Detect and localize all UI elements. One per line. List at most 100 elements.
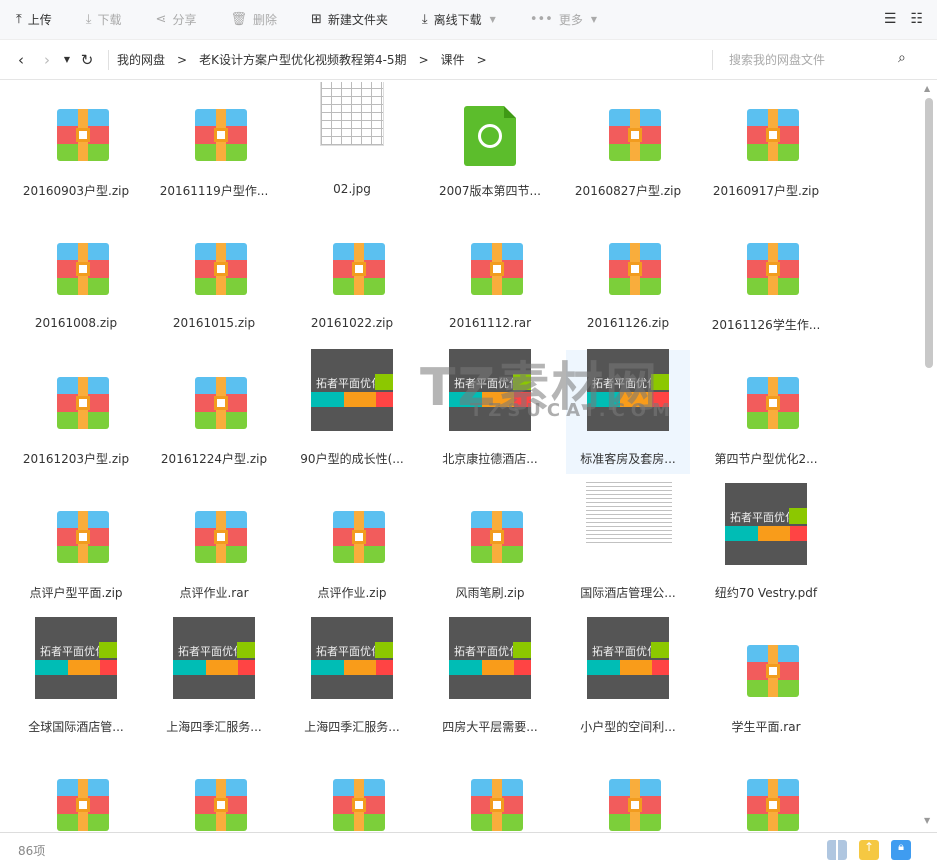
archive-icon xyxy=(57,109,109,161)
archive-icon xyxy=(195,511,247,563)
new-folder-icon: ⊞ xyxy=(310,12,322,27)
file-name: 20161008.zip xyxy=(34,316,118,330)
file-name: 20161112.rar xyxy=(448,316,532,330)
file-item[interactable]: 风雨笔刷.zip xyxy=(428,484,552,608)
file-item[interactable] xyxy=(704,752,828,832)
file-item[interactable]: 20161008.zip xyxy=(14,216,138,340)
file-name: 20160903户型.zip xyxy=(22,184,130,198)
file-name: 20161015.zip xyxy=(172,316,256,330)
file-name: 20161126.zip xyxy=(586,316,670,330)
file-name: 点评户型平面.zip xyxy=(29,586,123,600)
file-name: 点评作业.rar xyxy=(179,586,249,600)
more-icon: ••• xyxy=(529,12,553,27)
trash-icon: 🗑︎ xyxy=(230,12,247,27)
archive-icon xyxy=(471,243,523,295)
file-item[interactable]: 拓者平面优化 上海四季汇服务... xyxy=(290,617,414,742)
scrollbar-thumb[interactable] xyxy=(925,98,933,368)
file-item[interactable]: 拓者平面优化四房大平层需要... xyxy=(428,617,552,742)
file-item[interactable]: 拓者平面优化 全球国际酒店管... xyxy=(14,617,138,742)
offline-download-button[interactable]: ⤓ 离线下载 ▼ xyxy=(422,11,496,28)
image-thumbnail: 拓者平面优化 xyxy=(449,617,531,699)
file-item[interactable]: 20160917户型.zip xyxy=(704,82,828,206)
lock-icon[interactable]: 🔒︎ xyxy=(891,840,911,860)
breadcrumb-root[interactable]: 我的网盘 xyxy=(117,51,165,68)
file-item[interactable]: 20161203户型.zip xyxy=(14,350,138,474)
upload-folder-icon[interactable]: ↑ xyxy=(859,840,879,860)
file-item[interactable] xyxy=(290,752,414,832)
vertical-scrollbar[interactable]: ▲ ▼ xyxy=(923,84,933,828)
share-icon: ⋖ xyxy=(155,12,167,27)
file-item[interactable]: 点评户型平面.zip xyxy=(14,484,138,608)
upload-button[interactable]: ⤒ 上传 xyxy=(16,11,52,28)
sort-icon[interactable]: ☰ xyxy=(884,11,897,27)
file-item[interactable]: 20161126.zip xyxy=(566,216,690,340)
file-item[interactable]: 第四节户型优化2... xyxy=(704,350,828,474)
upload-icon: ⤒ xyxy=(16,12,22,27)
share-button[interactable]: ⋖ 分享 xyxy=(156,11,197,28)
file-item[interactable]: 拓者平面优化 纽约70 Vestry.pdf xyxy=(704,483,828,608)
status-bar: 86项 ↑ 🔒︎ xyxy=(0,832,937,865)
file-name: 四房大平层需要... xyxy=(442,720,538,734)
more-button[interactable]: ••• 更多 ▼ xyxy=(530,11,597,28)
document-thumbnail xyxy=(586,482,672,544)
image-thumbnail: 拓者平面优化 xyxy=(35,617,117,699)
file-item[interactable]: 20161119户型作... xyxy=(152,82,276,206)
archive-icon xyxy=(195,109,247,161)
file-item[interactable]: 20161126学生作... xyxy=(704,216,828,340)
archive-icon xyxy=(609,779,661,831)
file-name: 上海四季汇服务... xyxy=(166,720,262,734)
file-item[interactable] xyxy=(152,752,276,832)
file-item[interactable]: 点评作业.zip xyxy=(290,484,414,608)
file-item[interactable]: 02.jpg xyxy=(290,82,414,206)
toolbar: ⤒ 上传 ⤓ 下载 ⋖ 分享 🗑︎ 删除 ⊞ 新建文件夹 ⤓ 离线下载 ▼ ••• 更多 ▼ ☰ … xyxy=(0,0,937,40)
file-name: 风雨笔刷.zip xyxy=(455,586,525,600)
file-name: 小户型的空间利... xyxy=(580,720,676,734)
file-item[interactable]: 拓者平面优化 上海四季汇服务... xyxy=(152,617,276,742)
archive-icon xyxy=(333,243,385,295)
breadcrumb-current[interactable]: 课件 xyxy=(441,51,465,68)
file-item[interactable] xyxy=(566,752,690,832)
file-item[interactable]: 点评作业.rar xyxy=(152,484,276,608)
breadcrumb-separator: > xyxy=(418,52,429,67)
image-thumbnail: 拓者平面优化 xyxy=(311,617,393,699)
file-item[interactable]: 国际酒店管理公... xyxy=(566,482,690,608)
list-view-icon[interactable]: ☷ xyxy=(910,11,923,27)
forward-button[interactable]: › xyxy=(34,51,60,69)
file-item[interactable]: 20161022.zip xyxy=(290,216,414,340)
app-icon[interactable] xyxy=(827,840,847,860)
file-name: 20161224户型.zip xyxy=(160,452,268,466)
file-item[interactable]: 拓者平面优化 小户型的空间利... xyxy=(566,617,690,742)
breadcrumb-folder[interactable]: 老K设计方案户型优化视频教程第4-5期 xyxy=(199,51,406,68)
delete-button[interactable]: 🗑︎ 删除 xyxy=(230,11,277,28)
navigation-bar: ‹ › ▼ ↻ 我的网盘 > 老K设计方案户型优化视频教程第4-5期 > 课件 > 搜… xyxy=(0,40,937,80)
file-item[interactable]: 20161224户型.zip xyxy=(152,350,276,474)
search-input[interactable]: 搜索我的网盘文件 xyxy=(712,50,912,70)
file-item[interactable]: 20161015.zip xyxy=(152,216,276,340)
file-name: 20161126学生作... xyxy=(711,318,821,332)
file-item[interactable] xyxy=(428,752,552,832)
archive-icon xyxy=(471,779,523,831)
archive-icon xyxy=(57,377,109,429)
file-item[interactable]: 拓者平面优化 90户型的成长性(... xyxy=(290,349,414,474)
new-folder-button[interactable]: ⊞ 新建文件夹 xyxy=(311,11,388,28)
file-item[interactable] xyxy=(14,752,138,832)
file-item[interactable]: 20160903户型.zip xyxy=(14,82,138,206)
file-name: 标准客房及套房... xyxy=(580,452,676,466)
file-name: 02.jpg xyxy=(333,182,371,196)
download-button[interactable]: ⤓ 下载 xyxy=(86,11,122,28)
archive-icon xyxy=(333,779,385,831)
file-item[interactable]: 20160827户型.zip xyxy=(566,82,690,206)
history-dropdown[interactable]: ▼ xyxy=(60,55,74,64)
back-button[interactable]: ‹ xyxy=(8,51,34,69)
file-name: 第四节户型优化2... xyxy=(714,452,818,466)
file-item[interactable]: 学生平面.rar xyxy=(704,618,828,742)
file-item[interactable]: 2007版本第四节... xyxy=(428,82,552,206)
file-item[interactable]: 拓者平面优化 北京康拉德酒店... xyxy=(428,349,552,474)
search-icon[interactable]: ⌕ xyxy=(898,50,906,66)
caret-down-icon: ▼ xyxy=(489,15,496,24)
refresh-button[interactable]: ↻ xyxy=(74,51,100,69)
file-name: 20160827户型.zip xyxy=(574,184,682,198)
archive-icon xyxy=(57,779,109,831)
file-item[interactable]: 20161112.rar xyxy=(428,216,552,340)
file-item[interactable]: 拓者平面优化 标准客房及套房... xyxy=(566,349,690,474)
